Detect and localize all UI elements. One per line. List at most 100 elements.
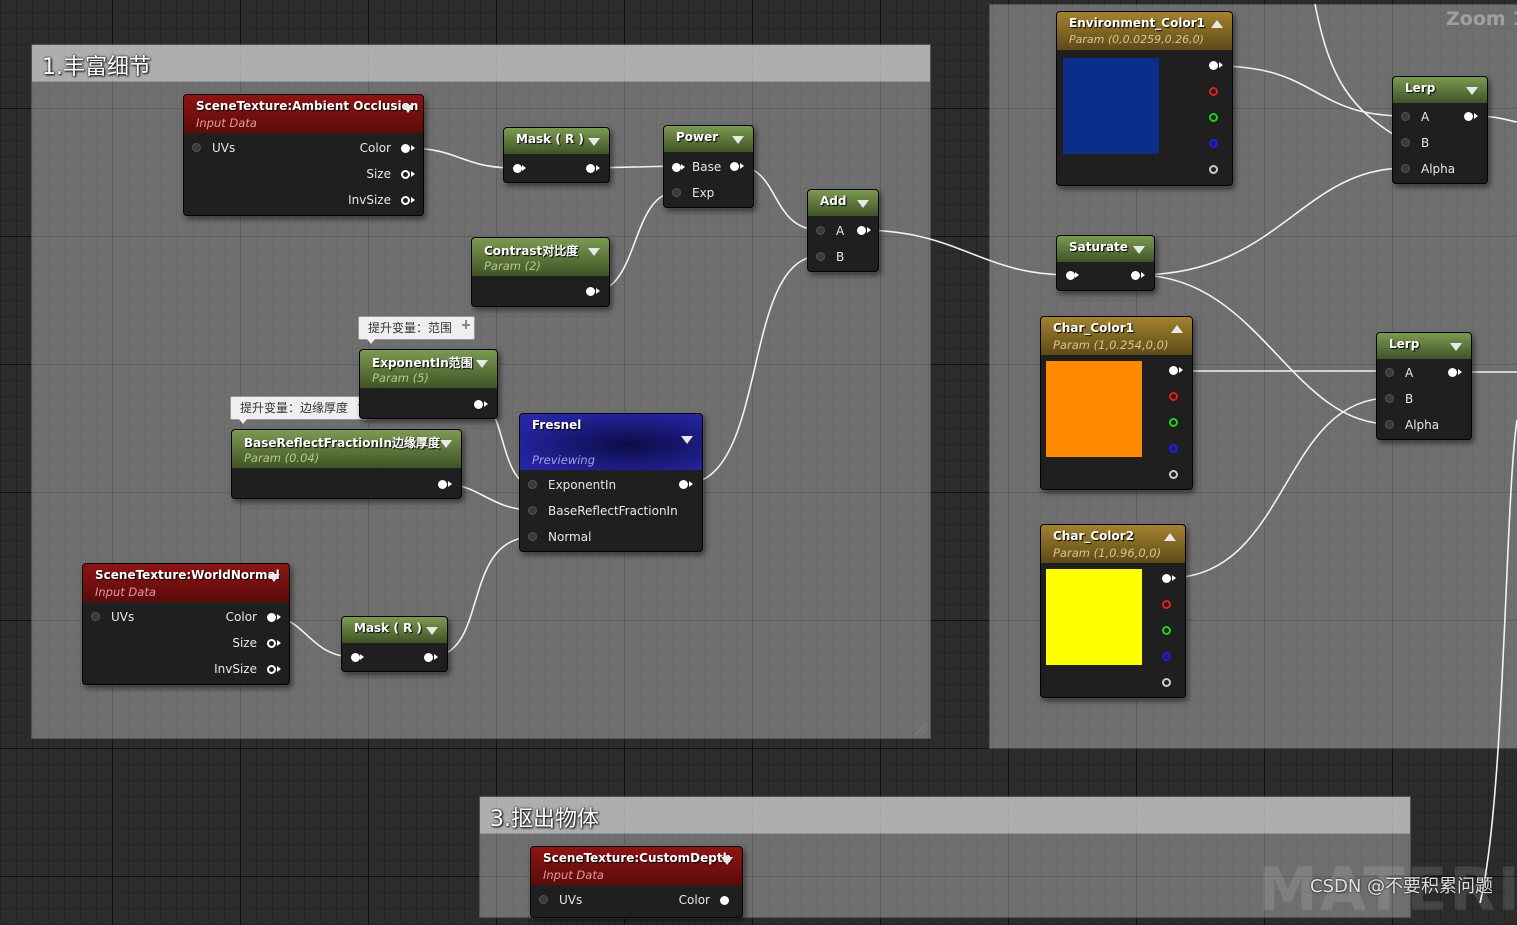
input-pin-icon[interactable]	[1385, 394, 1394, 403]
output-pin-alpha-icon[interactable]	[1169, 470, 1178, 479]
collapse-arrow-icon[interactable]	[1450, 343, 1462, 351]
node-header[interactable]: Saturate	[1057, 236, 1154, 262]
output-pin-icon[interactable]	[1131, 271, 1140, 280]
output-pin-icon[interactable]	[586, 164, 595, 173]
output-pin-rgb-icon[interactable]	[1162, 574, 1171, 583]
node-mask-r[interactable]: Mask ( R )	[503, 127, 610, 183]
collapse-arrow-icon[interactable]	[1466, 87, 1478, 95]
collapse-arrow-icon[interactable]	[588, 248, 600, 256]
input-pin-icon[interactable]	[91, 612, 100, 621]
node-char-color2-param[interactable]: Char_Color2 Param (1,0.96,0,0)	[1040, 524, 1186, 698]
output-pin-rgb-icon[interactable]	[1209, 61, 1218, 70]
output-pin-blue-icon[interactable]	[1169, 444, 1178, 453]
output-pin-icon[interactable]	[424, 653, 433, 662]
pin-row-size[interactable]: Size	[181, 630, 281, 656]
output-pin-icon[interactable]	[401, 196, 410, 205]
collapse-arrow-icon[interactable]	[857, 200, 869, 208]
pin-icon[interactable]	[462, 320, 471, 332]
input-pin-icon[interactable]	[1385, 420, 1394, 429]
node-lerp[interactable]: Lerp A B Alpha	[1392, 76, 1488, 184]
input-pin-icon[interactable]	[1401, 112, 1410, 121]
node-header[interactable]: Char_Color1 Param (1,0.254,0,0)	[1041, 317, 1192, 355]
node-contrast-param[interactable]: Contrast对比度 Param (2)	[471, 237, 610, 307]
output-pin-red-icon[interactable]	[1162, 600, 1171, 609]
output-pin-icon[interactable]	[1464, 112, 1473, 121]
output-pin-red-icon[interactable]	[1209, 87, 1218, 96]
collapse-arrow-icon[interactable]	[732, 136, 744, 144]
collapse-arrow-icon[interactable]	[268, 574, 280, 582]
output-pin-icon[interactable]	[474, 400, 483, 409]
input-pin-icon[interactable]	[192, 143, 201, 152]
node-scenetexture-worldnormal[interactable]: SceneTexture:WorldNormal Input Data UVs …	[82, 563, 290, 685]
node-header[interactable]: ExponentIn范围 Param (5)	[360, 350, 497, 388]
node-char-color1-param[interactable]: Char_Color1 Param (1,0.254,0,0)	[1040, 316, 1193, 490]
output-pin-icon[interactable]	[857, 226, 866, 235]
collapse-arrow-icon[interactable]	[721, 857, 733, 865]
node-header[interactable]: Lerp	[1377, 333, 1471, 359]
pin-row-invsize[interactable]: InvSize	[181, 656, 281, 682]
output-pin-icon[interactable]	[1448, 368, 1457, 377]
output-pin-alpha-icon[interactable]	[1162, 678, 1171, 687]
node-header[interactable]: SceneTexture:Ambient Occlusion Input Dat…	[184, 95, 423, 133]
collapse-arrow-icon[interactable]	[402, 105, 414, 113]
node-header[interactable]: Add	[808, 190, 878, 216]
node-header[interactable]: BaseReflectFractionIn边缘厚度 Param (0.04)	[232, 430, 461, 468]
output-pin-green-icon[interactable]	[1209, 113, 1218, 122]
input-pin-icon[interactable]	[528, 532, 537, 541]
node-mask-r[interactable]: Mask ( R )	[341, 616, 448, 672]
node-add[interactable]: Add A B	[807, 189, 879, 272]
output-pin-icon[interactable]	[267, 613, 276, 622]
output-pin-blue-icon[interactable]	[1209, 139, 1218, 148]
node-exponentin-param[interactable]: ExponentIn范围 Param (5)	[359, 349, 498, 419]
output-pin-icon[interactable]	[438, 480, 447, 489]
output-pin-icon[interactable]	[679, 480, 688, 489]
output-pin-icon[interactable]	[401, 170, 410, 179]
node-header[interactable]: SceneTexture:CustomDepth Input Data	[531, 847, 742, 885]
node-lerp[interactable]: Lerp A B Alpha	[1376, 332, 1472, 440]
input-pin-icon[interactable]	[1385, 368, 1394, 377]
node-scenetexture-customdepth[interactable]: SceneTexture:CustomDepth Input Data UVs …	[530, 846, 743, 918]
input-pin-icon[interactable]	[1066, 271, 1075, 280]
node-header[interactable]: SceneTexture:WorldNormal Input Data	[83, 564, 289, 602]
node-header[interactable]: Lerp	[1393, 77, 1487, 103]
pin-row-size[interactable]: Size	[315, 161, 415, 187]
output-pin-icon[interactable]	[720, 896, 729, 905]
output-pin-icon[interactable]	[267, 639, 276, 648]
pin-row-color[interactable]: Color	[181, 604, 281, 630]
output-pin-green-icon[interactable]	[1162, 626, 1171, 635]
input-pin-icon[interactable]	[1401, 138, 1410, 147]
collapse-arrow-icon[interactable]	[588, 138, 600, 146]
node-header[interactable]: Char_Color2 Param (1,0.96,0,0)	[1041, 525, 1185, 563]
collapse-arrow-icon[interactable]	[1133, 246, 1145, 254]
collapse-arrow-icon[interactable]	[426, 627, 438, 635]
node-header[interactable]: Mask ( R )	[504, 128, 609, 154]
pin-row-color[interactable]: Color	[634, 887, 734, 913]
node-header[interactable]: Power	[664, 126, 753, 152]
output-pin-icon[interactable]	[586, 287, 595, 296]
output-pin-red-icon[interactable]	[1169, 392, 1178, 401]
node-header[interactable]: Contrast对比度 Param (2)	[472, 238, 609, 276]
node-power[interactable]: Power Base Exp	[663, 125, 754, 208]
node-saturate[interactable]: Saturate	[1056, 235, 1155, 291]
collapse-arrow-icon[interactable]	[476, 360, 488, 368]
collapse-arrow-icon[interactable]	[681, 436, 693, 444]
node-basereflectfraction-param[interactable]: BaseReflectFractionIn边缘厚度 Param (0.04)	[231, 429, 462, 499]
output-pin-blue-icon[interactable]	[1162, 652, 1171, 661]
expand-arrow-icon[interactable]	[1211, 20, 1223, 28]
input-pin-icon[interactable]	[1401, 164, 1410, 173]
node-scenetexture-ambient-occlusion[interactable]: SceneTexture:Ambient Occlusion Input Dat…	[183, 94, 424, 216]
output-pin-alpha-icon[interactable]	[1209, 165, 1218, 174]
node-header[interactable]: Mask ( R )	[342, 617, 447, 643]
pin-row-invsize[interactable]: InvSize	[315, 187, 415, 213]
output-pin-icon[interactable]	[267, 665, 276, 674]
output-pin-icon[interactable]	[730, 162, 739, 171]
node-header[interactable]: Environment_Color1 Param (0,0.0259,0.26,…	[1057, 12, 1232, 50]
pin-row-color[interactable]: Color	[315, 135, 415, 161]
input-pin-icon[interactable]	[816, 252, 825, 261]
input-pin-icon[interactable]	[528, 506, 537, 515]
input-pin-icon[interactable]	[816, 226, 825, 235]
input-pin-icon[interactable]	[672, 188, 681, 197]
expand-arrow-icon[interactable]	[1171, 325, 1183, 333]
output-pin-rgb-icon[interactable]	[1169, 366, 1178, 375]
input-pin-icon[interactable]	[351, 653, 360, 662]
